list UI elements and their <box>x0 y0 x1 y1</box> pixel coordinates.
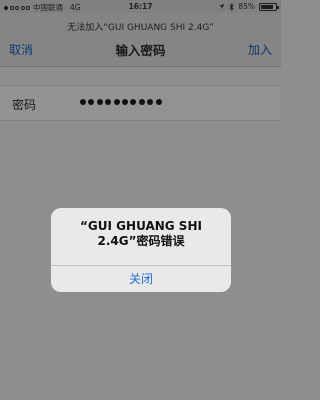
password-dot <box>105 99 112 105</box>
error-alert: “GUI GHUANG SHI 2.4G”密码错误 关闭 <box>51 208 231 292</box>
nav-subtitle: 无法加入“GUI GHUANG SHI 2.4G” <box>67 23 214 33</box>
wifi-password-screen: 中国联通 4G 16:17 85% 无法加入“GUI GHUANG SHI 2.… <box>0 0 281 400</box>
password-dot <box>113 99 120 105</box>
cancel-button[interactable]: 取消 <box>9 41 33 58</box>
password-dot <box>138 99 145 105</box>
password-dot <box>147 99 154 105</box>
password-dot <box>121 99 128 105</box>
battery-percent: 85% <box>238 2 255 11</box>
password-dot <box>155 99 162 105</box>
close-button[interactable]: 关闭 <box>51 266 231 292</box>
password-dot <box>80 99 86 105</box>
join-button[interactable]: 加入 <box>248 41 272 58</box>
password-row[interactable]: 密码 <box>0 85 281 121</box>
password-field[interactable] <box>80 96 162 105</box>
status-right: 85% <box>218 2 279 11</box>
status-bar: 中国联通 4G 16:17 85% <box>0 0 281 13</box>
bluetooth-icon <box>229 2 234 11</box>
password-label: 密码 <box>12 98 37 112</box>
nav-bar: 无法加入“GUI GHUANG SHI 2.4G” 输入密码 取消 加入 <box>0 13 281 67</box>
password-dot <box>130 99 137 105</box>
page-title: 输入密码 <box>115 43 166 58</box>
alert-message: “GUI GHUANG SHI 2.4G”密码错误 <box>80 219 202 248</box>
password-dot <box>88 99 95 105</box>
password-dot <box>96 99 103 105</box>
battery-icon <box>259 2 279 11</box>
location-icon <box>219 3 225 10</box>
battery-fill <box>261 4 273 9</box>
